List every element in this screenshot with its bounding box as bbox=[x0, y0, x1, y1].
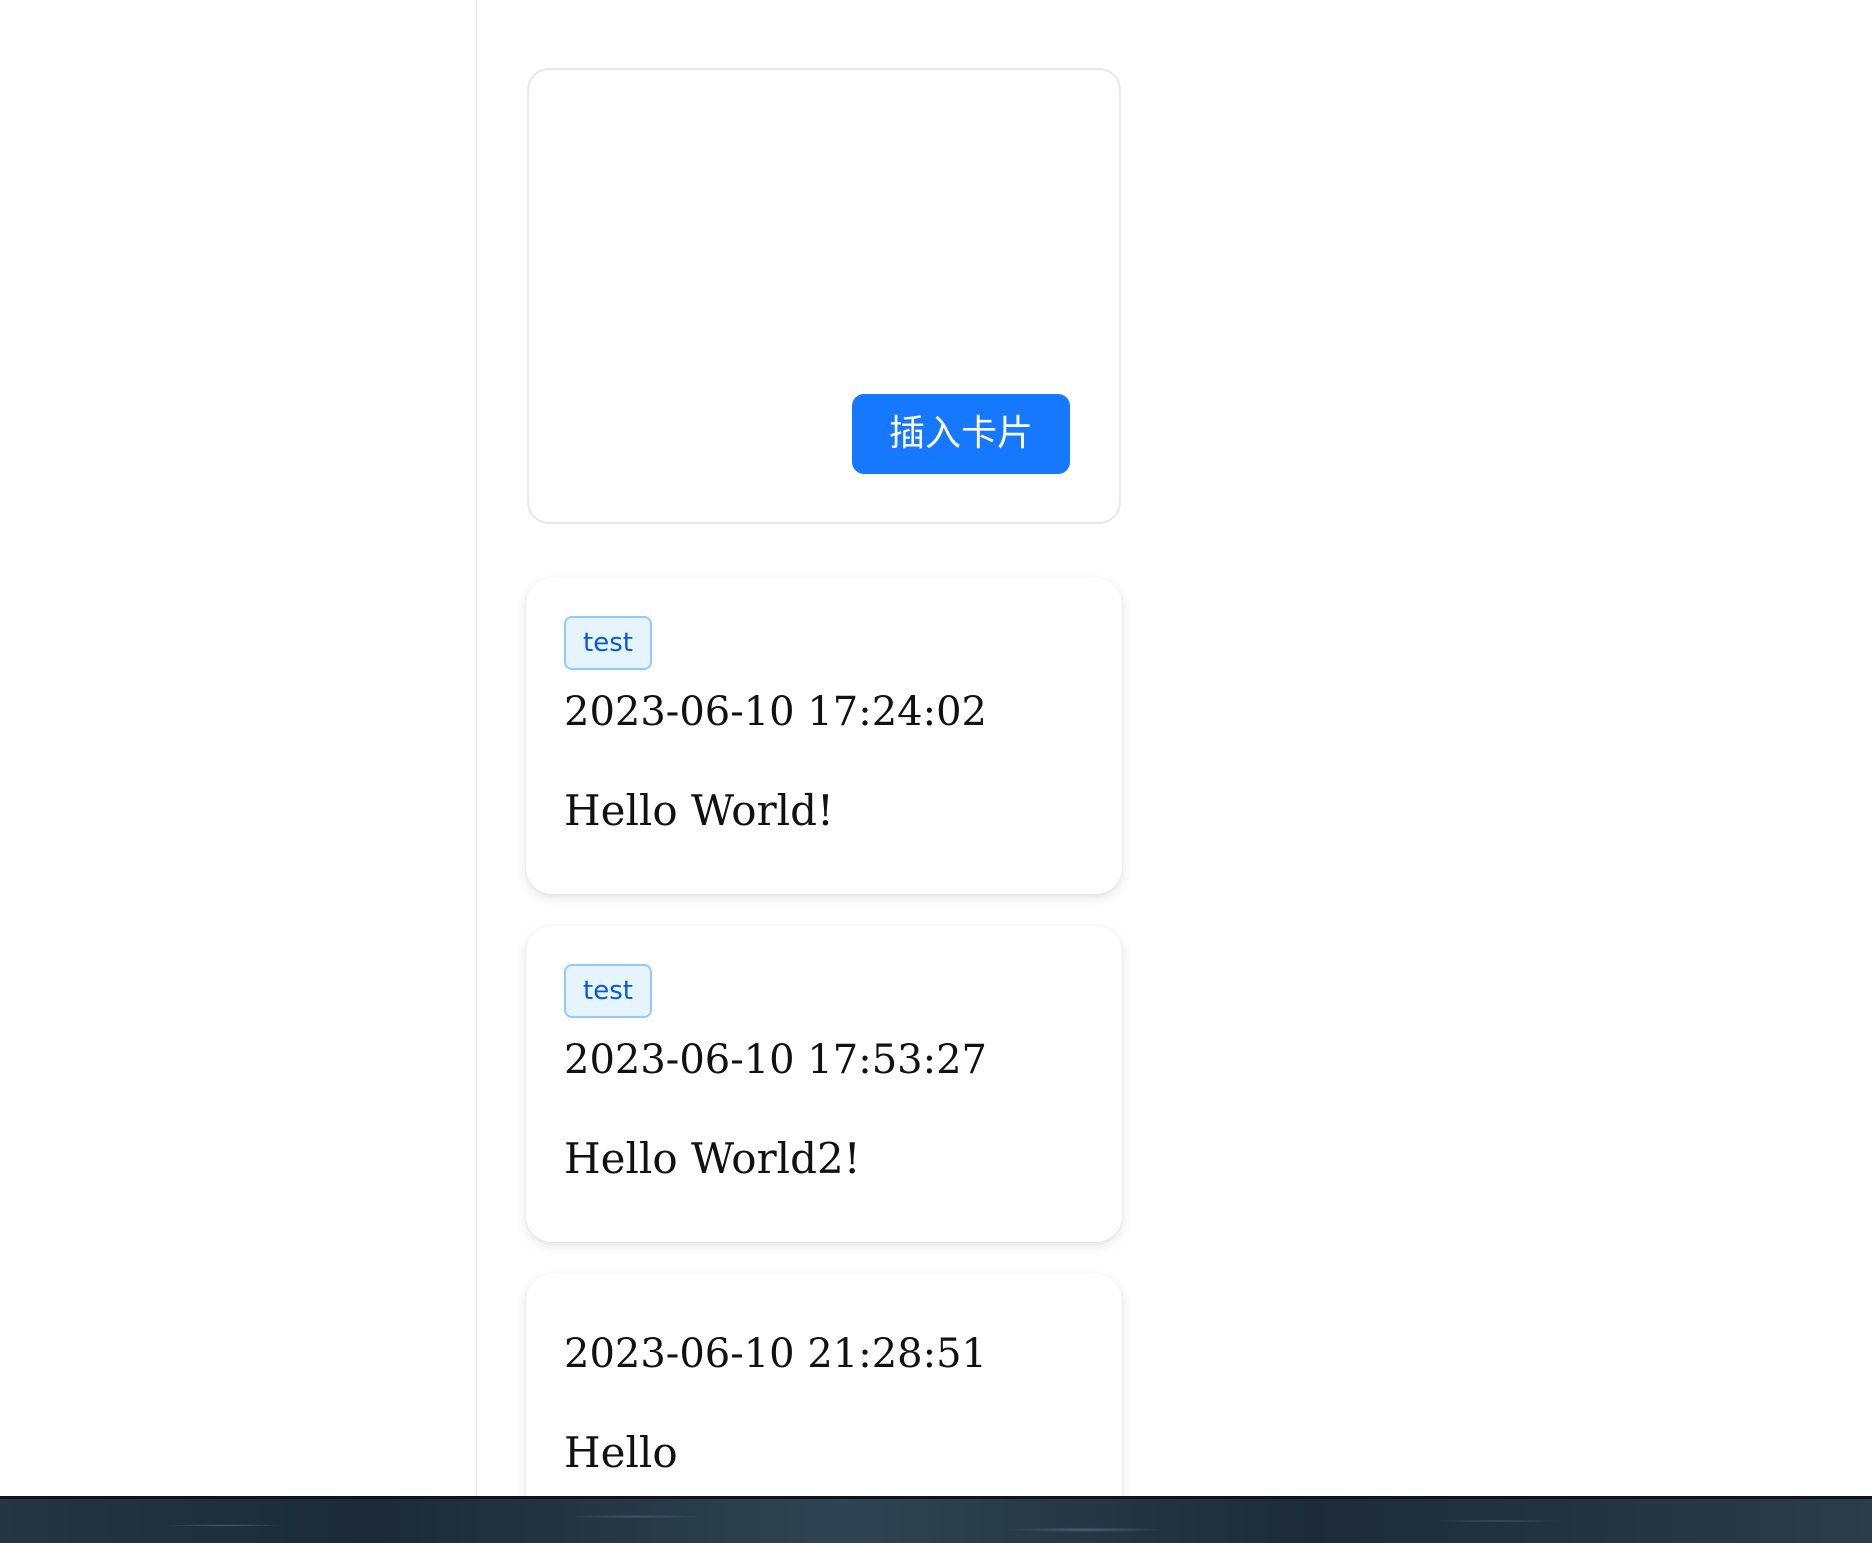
post-content: Hello World! bbox=[564, 786, 834, 835]
post-content: Hello World2! bbox=[564, 1134, 861, 1183]
post-card: test 2023-06-10 17:24:02 Hello World! bbox=[526, 578, 1122, 894]
insert-card-button[interactable]: 插入卡片 bbox=[852, 394, 1070, 474]
tag-badge[interactable]: test bbox=[564, 616, 652, 670]
desktop-wallpaper-strip bbox=[0, 1496, 1872, 1543]
post-timestamp: 2023-06-10 17:24:02 bbox=[564, 689, 987, 735]
card-editor: 插入卡片 bbox=[527, 68, 1121, 524]
post-card: 2023-06-10 21:28:51 Hello bbox=[526, 1274, 1122, 1534]
card-content-input[interactable] bbox=[545, 86, 1103, 422]
post-timestamp: 2023-06-10 17:53:27 bbox=[564, 1037, 987, 1083]
post-content: Hello bbox=[564, 1428, 678, 1477]
sidebar-divider bbox=[476, 0, 477, 1497]
tag-badge[interactable]: test bbox=[564, 964, 652, 1018]
post-timestamp: 2023-06-10 21:28:51 bbox=[564, 1331, 987, 1377]
post-card: test 2023-06-10 17:53:27 Hello World2! bbox=[526, 926, 1122, 1242]
